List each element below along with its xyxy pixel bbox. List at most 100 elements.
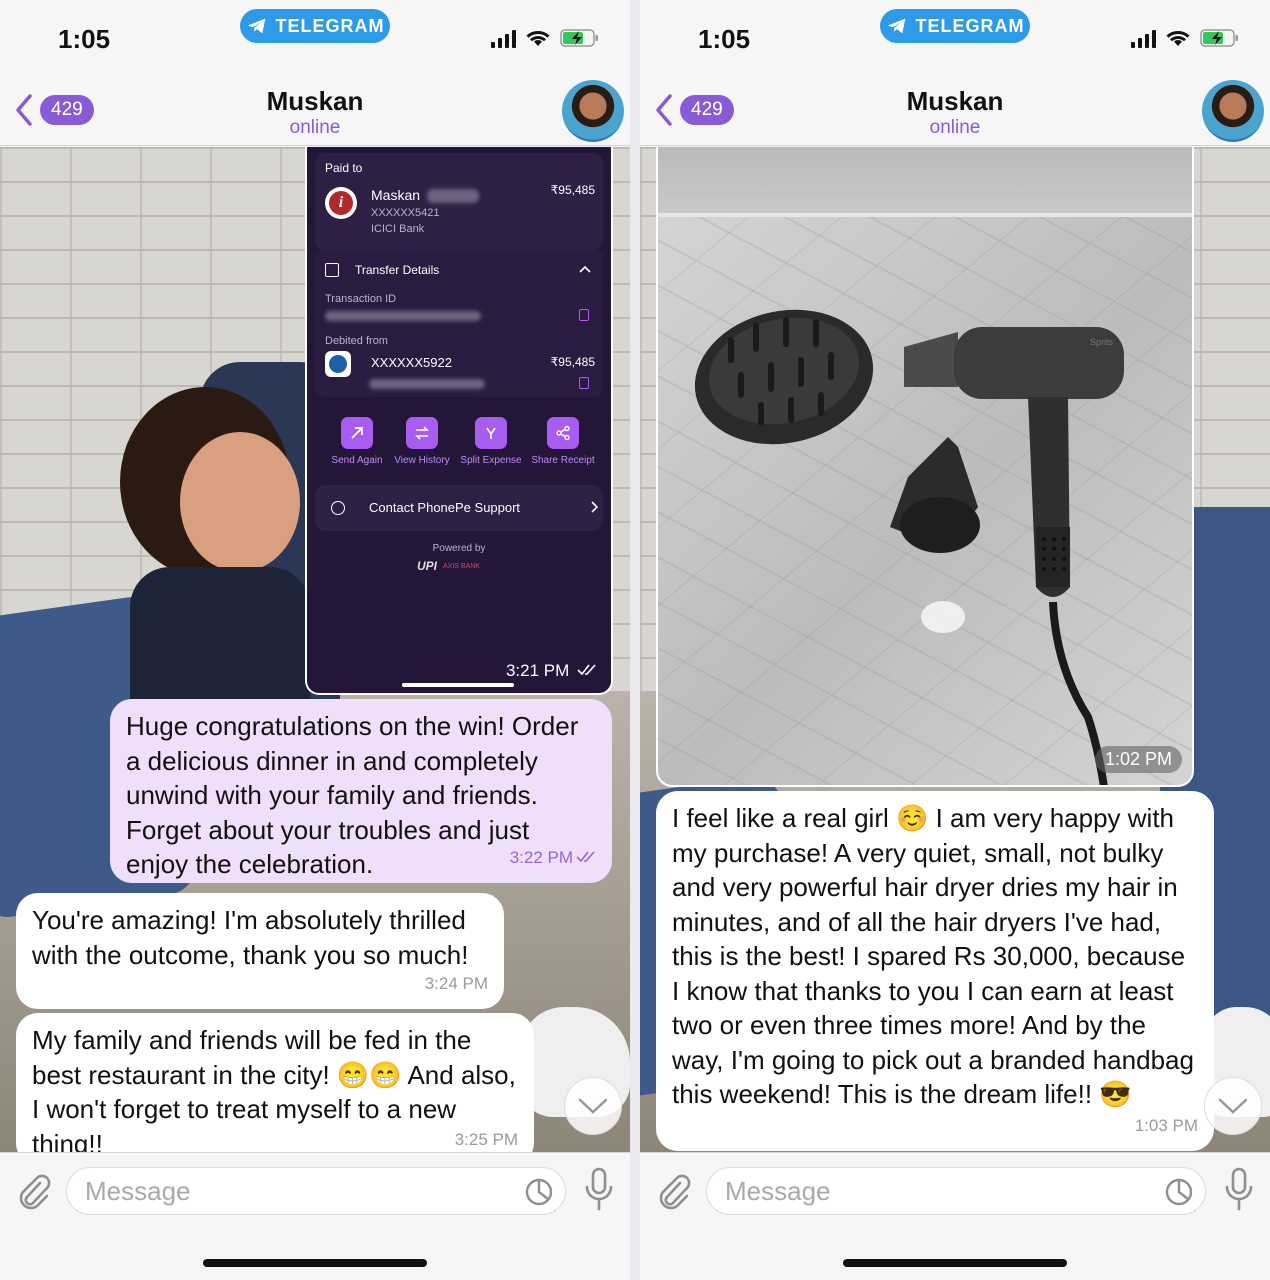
- payee-account: XXXXXX5421: [371, 207, 440, 219]
- chevron-up-icon[interactable]: [579, 265, 591, 273]
- payment-receipt-image[interactable]: Paid to i Maskan XXXXXX5421 ICICI Bank ₹…: [305, 147, 613, 695]
- message-input-bar: [0, 1152, 630, 1280]
- paid-to-label: Paid to: [325, 161, 363, 175]
- wifi-icon: [1166, 31, 1190, 46]
- receipt-home-indicator: [402, 683, 514, 687]
- incoming-message[interactable]: You're amazing! I'm absolutely thrilled …: [16, 893, 504, 1009]
- arrow-up-right-icon: [341, 417, 373, 449]
- telegram-pill[interactable]: TELEGRAM: [240, 9, 390, 43]
- battery-charging-icon: [1200, 29, 1238, 47]
- dryer-brand-text: Sprits: [1090, 337, 1114, 347]
- transfer-details-label[interactable]: Transfer Details: [355, 263, 439, 277]
- message-input[interactable]: [85, 1168, 505, 1214]
- axis-bank-logo: AXIS BANK: [443, 562, 480, 570]
- message-time: 3:21 PM: [506, 661, 597, 681]
- status-time: 1:05: [58, 24, 111, 54]
- chat-title[interactable]: Muskan: [640, 86, 1270, 117]
- telegram-pill[interactable]: TELEGRAM: [880, 9, 1030, 43]
- read-check-icon: [576, 850, 595, 862]
- sticker-icon[interactable]: [1165, 1178, 1193, 1206]
- mic-icon[interactable]: [584, 1167, 614, 1211]
- contact-support-label: Contact PhonePe Support: [369, 500, 521, 515]
- signal-icon: [491, 28, 516, 48]
- send-again-action[interactable]: Send Again: [321, 417, 393, 466]
- redacted-utr: [369, 379, 485, 389]
- split-expense-action[interactable]: Split Expense: [455, 417, 527, 466]
- message-time: 3:24 PM: [424, 973, 488, 993]
- avatar[interactable]: [562, 80, 624, 142]
- debit-amount: ₹95,485: [550, 355, 595, 369]
- chat-area[interactable]: Sprits 1:02 PM I feel like a real girl ☺…: [640, 147, 1270, 1152]
- scroll-down-button[interactable]: [1204, 1077, 1262, 1135]
- hair-dryer-photo[interactable]: Sprits 1:02 PM: [656, 147, 1194, 787]
- share-receipt-action[interactable]: Share Receipt: [527, 417, 599, 466]
- payee-name: Maskan: [371, 187, 421, 203]
- chat-status: online: [289, 117, 341, 138]
- share-icon: [547, 417, 579, 449]
- send-again-label: Send Again: [331, 455, 383, 466]
- message-field[interactable]: [66, 1167, 566, 1215]
- message-input[interactable]: [725, 1168, 1145, 1214]
- message-text: You're amazing! I'm absolutely thrilled …: [32, 905, 469, 970]
- incoming-message[interactable]: My family and friends will be fed in the…: [16, 1013, 534, 1152]
- outgoing-message[interactable]: Huge congratulations on the win! Order a…: [110, 699, 612, 883]
- message-text: My family and friends will be fed in the…: [32, 1025, 516, 1152]
- view-history-action[interactable]: View History: [386, 417, 458, 466]
- contact-support-row[interactable]: Contact PhonePe Support: [315, 485, 603, 531]
- chat-support-icon: [331, 501, 345, 515]
- debited-from-label: Debited from: [325, 335, 388, 347]
- telegram-icon: [247, 18, 265, 34]
- status-bar: 1:05 TELEGRAM: [0, 0, 630, 78]
- payee-bank: ICICI Bank: [371, 223, 425, 235]
- chat-status: online: [929, 117, 981, 138]
- status-bar: 1:05 TELEGRAM: [640, 0, 1270, 78]
- powered-by-label: Powered by: [432, 543, 486, 554]
- transaction-id-label: Transaction ID: [325, 293, 397, 305]
- message-time: 3:22 PM: [510, 841, 596, 876]
- sticker-icon[interactable]: [525, 1178, 553, 1206]
- bank-logo-icon: [325, 351, 351, 377]
- home-indicator: [843, 1259, 1067, 1267]
- chat-header: 429 Muskan online: [640, 78, 1270, 146]
- attach-icon[interactable]: [654, 1171, 692, 1211]
- chat-area[interactable]: Paid to i Maskan XXXXXX5421 ICICI Bank ₹…: [0, 147, 630, 1152]
- redacted-surname: [427, 189, 479, 203]
- telegram-icon: [887, 18, 905, 34]
- message-time: 1:02 PM: [1094, 746, 1182, 773]
- chevron-right-icon: [591, 501, 599, 513]
- share-receipt-label: Share Receipt: [531, 455, 595, 466]
- copy-icon[interactable]: [579, 309, 589, 321]
- message-field[interactable]: [706, 1167, 1206, 1215]
- view-history-label: View History: [394, 455, 450, 466]
- message-time: 1:03 PM: [1134, 1115, 1198, 1135]
- split-icon: [475, 417, 507, 449]
- chat-screen-left: 1:05 TELEGRAM 429 Muskan online Paid to …: [0, 0, 630, 1280]
- paid-to-section: Paid to i Maskan XXXXXX5421 ICICI Bank ₹…: [315, 153, 603, 251]
- mic-icon[interactable]: [1224, 1167, 1254, 1211]
- home-indicator: [203, 1259, 427, 1267]
- split-expense-label: Split Expense: [460, 455, 522, 466]
- message-input-bar: [640, 1152, 1270, 1280]
- status-time: 1:05: [698, 24, 751, 54]
- chat-header: 429 Muskan online: [0, 78, 630, 146]
- chevron-down-icon: [578, 1098, 608, 1114]
- signal-icon: [1131, 28, 1156, 48]
- wifi-icon: [526, 31, 550, 46]
- avatar[interactable]: [1202, 80, 1264, 142]
- attach-icon[interactable]: [14, 1171, 52, 1211]
- scroll-down-button[interactable]: [564, 1077, 622, 1135]
- upi-logo: UPI: [417, 559, 438, 573]
- receipt-icon: [325, 263, 339, 277]
- debit-account: XXXXXX5922: [371, 355, 452, 370]
- message-text: I feel like a real girl ☺️ I am very hap…: [672, 803, 1194, 1109]
- telegram-pill-label: TELEGRAM: [275, 15, 385, 36]
- redacted-transaction-id: [325, 311, 481, 321]
- chat-screen-right: 1:05 TELEGRAM 429 Muskan online Sprits 1…: [640, 0, 1270, 1280]
- copy-icon[interactable]: [579, 377, 589, 389]
- icici-logo-icon: i: [325, 187, 357, 219]
- message-time: 3:25 PM: [454, 1129, 518, 1149]
- wallpaper-child-face: [180, 432, 300, 572]
- incoming-message[interactable]: I feel like a real girl ☺️ I am very hap…: [656, 791, 1214, 1151]
- telegram-pill-label: TELEGRAM: [915, 15, 1025, 36]
- chat-title[interactable]: Muskan: [0, 86, 630, 117]
